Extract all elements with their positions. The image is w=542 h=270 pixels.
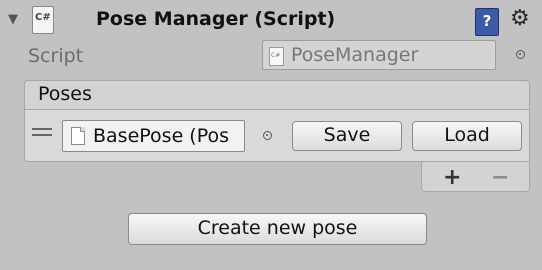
pose-object-picker-icon[interactable] — [263, 131, 272, 140]
load-button[interactable]: Load — [412, 121, 522, 151]
help-icon[interactable]: ? — [475, 8, 499, 36]
foldout-triangle-icon[interactable]: ▼ — [8, 12, 18, 27]
script-component-icon: C# — [32, 6, 54, 34]
cs-file-icon: C# — [269, 47, 284, 66]
remove-element-button[interactable]: − — [491, 165, 509, 190]
object-picker-icon[interactable] — [516, 50, 525, 59]
save-button[interactable]: Save — [292, 121, 402, 151]
list-footer — [421, 162, 530, 192]
script-badge-text: C# — [35, 12, 51, 23]
poses-list-header: Poses — [24, 80, 530, 110]
pose-object-value: BasePose (Pos — [93, 125, 230, 147]
cs-file-icon-text: C# — [271, 52, 281, 59]
component-title[interactable]: Pose Manager (Script) — [96, 8, 335, 30]
create-new-pose-button[interactable]: Create new pose — [128, 213, 427, 245]
add-element-button[interactable]: + — [443, 165, 461, 190]
script-value: PoseManager — [291, 44, 419, 66]
gear-icon[interactable]: ⚙ — [510, 6, 530, 32]
pose-object-field[interactable]: BasePose (Pos — [62, 120, 245, 152]
script-label: Script — [28, 45, 84, 67]
drag-handle-icon[interactable] — [32, 128, 52, 140]
document-icon — [71, 127, 85, 145]
script-object-field: C# PoseManager — [262, 40, 496, 70]
poses-list-title: Poses — [38, 83, 92, 105]
